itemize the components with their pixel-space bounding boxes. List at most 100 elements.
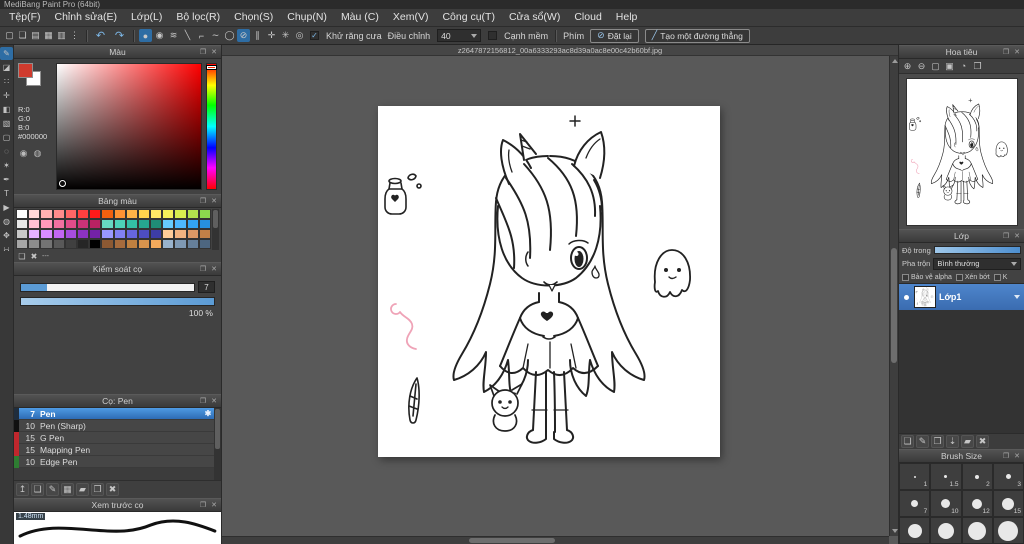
palette-swatch[interactable] [89,239,102,249]
scroll-down-arrow[interactable] [892,529,898,533]
panel-float-icon[interactable]: ❐ [199,501,207,509]
new-canvas-icon[interactable]: ▢ [3,29,16,42]
palette-swatch[interactable] [150,229,163,239]
palette-swatch[interactable] [186,209,199,219]
palette-swatch[interactable] [174,209,187,219]
scroll-up-arrow[interactable] [892,59,898,63]
layer-option-checkbox[interactable] [993,273,1001,281]
zoom-fit-icon[interactable]: ▣ [943,60,956,72]
palette-swatch[interactable] [162,219,175,229]
palette-swatch[interactable] [64,229,77,239]
horizontal-scroll-thumb[interactable] [468,538,556,543]
zoom-reset-icon[interactable]: ▢ [929,60,942,72]
brush-size-cell[interactable] [992,517,1024,544]
palette-swatch[interactable] [137,209,151,219]
saturation-value-picker[interactable] [56,63,202,190]
brush-size-cell[interactable] [930,517,962,544]
palette-swatch[interactable] [150,219,163,229]
delete-brush-icon[interactable]: ✖ [106,483,119,496]
brush-mode-icon[interactable]: ● [139,29,152,42]
operation-tool-icon[interactable]: ▶ [0,201,13,214]
brush-menu-icon[interactable]: ▦ [61,483,74,496]
add-brush-icon[interactable]: ❏ [31,483,44,496]
more-icon[interactable]: ⋮ [68,29,81,42]
palette-swatch[interactable] [89,229,102,239]
brush-size-cell[interactable]: 2 [961,463,993,490]
palette-swatch[interactable] [40,209,53,219]
brush-sync-icon[interactable]: ↥ [16,483,29,496]
gradient-tool-icon[interactable]: ▧ [0,117,13,130]
palette-swatch[interactable] [137,219,151,229]
divide-tool-icon[interactable]: ∺ [0,243,13,256]
palette-scrollbar[interactable] [212,209,219,250]
palette-swatch[interactable] [198,229,211,239]
palette-swatch[interactable] [89,209,102,219]
palette-swatch[interactable] [89,219,102,229]
brush-size-slider[interactable] [20,282,195,292]
comment-icon[interactable]: ❏ [16,29,29,42]
antialias-checkbox[interactable]: ✓ [310,31,319,40]
palette-swatch[interactable] [125,209,138,219]
brush-list-scrollbar[interactable] [214,408,221,480]
blur-tool-icon[interactable]: ∷ [0,75,13,88]
brush-size-value[interactable]: 7 [198,281,215,293]
edit-brush-icon[interactable]: ✎ [46,483,59,496]
brush-size-cell[interactable]: 7 [899,490,931,517]
reset-button[interactable]: ⊘ Đặt lại [590,28,639,43]
layer-visibility-icon[interactable] [901,294,911,300]
duplicate-brush-icon[interactable]: ❐ [91,483,104,496]
snap-cross-icon[interactable]: ✛ [265,29,278,42]
color-set-icon[interactable]: ◉ [18,148,29,159]
color-wheel-icon[interactable]: ◍ [32,148,43,159]
palette-swatch[interactable] [52,219,65,229]
palette-swatch[interactable] [40,219,53,229]
panel-close-icon[interactable]: ✕ [210,501,218,509]
panel-float-icon[interactable]: ❐ [199,197,207,205]
hue-slider[interactable] [206,63,217,190]
soft-edge-checkbox[interactable] [488,31,498,40]
menu-item[interactable]: Chọn(S) [227,9,280,26]
palette-swatch[interactable] [174,219,187,229]
brush-tool-icon[interactable]: ✎ [0,47,13,60]
palette-swatch[interactable] [101,239,114,249]
palette-swatch[interactable] [162,209,175,219]
palette-swatch[interactable] [40,229,53,239]
redo-icon[interactable]: ↷ [111,29,128,42]
palette-swatch[interactable] [28,209,41,219]
brush-list-item[interactable]: 7 Pen ✱ [14,407,214,420]
palette-swatch[interactable] [113,229,126,239]
rotate-view-icon[interactable]: ◔ [957,60,970,72]
palette-swatch[interactable] [150,239,163,249]
menu-item[interactable]: Lớp(L) [124,9,169,26]
navigator-thumbnail[interactable] [905,77,1018,226]
panel-float-icon[interactable]: ❐ [199,48,207,56]
menu-item[interactable]: Cửa sổ(W) [502,9,567,26]
polyline-tool-icon[interactable]: ⌐ [195,29,208,42]
palette-swatch[interactable] [137,239,151,249]
palette-swatch[interactable] [125,229,138,239]
palette-swatch[interactable] [186,229,199,239]
palette-swatch[interactable] [64,209,77,219]
palette-swatch[interactable] [150,209,163,219]
full-view-icon[interactable]: ❒ [971,60,984,72]
palette-swatch[interactable] [113,219,126,229]
select-pen-tool-icon[interactable]: ✒ [0,173,13,186]
save-icon[interactable]: ▦ [42,29,55,42]
curve-tool-icon[interactable]: ∼ [209,29,222,42]
panel-close-icon[interactable]: ✕ [210,197,218,205]
palette-swatch[interactable] [198,239,211,249]
palette-swatch[interactable] [28,229,41,239]
lasso-tool-icon[interactable]: ◌ [0,145,13,158]
palette-swatch[interactable] [174,239,187,249]
palette-swatch[interactable] [28,239,41,249]
snap-parallel-icon[interactable]: ∥ [251,29,264,42]
palette-swatch[interactable] [64,239,77,249]
brush-size-cell[interactable]: 1.5 [930,463,962,490]
brush-settings-gear-icon[interactable]: ✱ [202,409,214,418]
palette-swatch[interactable] [186,219,199,229]
panel-close-icon[interactable]: ✕ [210,265,218,273]
hue-slider-marker[interactable] [207,66,216,69]
layer-option[interactable]: Bảo vệ alpha [902,273,952,281]
select-tool-icon[interactable]: ▢ [0,131,13,144]
foreground-color-swatch[interactable] [18,63,33,78]
